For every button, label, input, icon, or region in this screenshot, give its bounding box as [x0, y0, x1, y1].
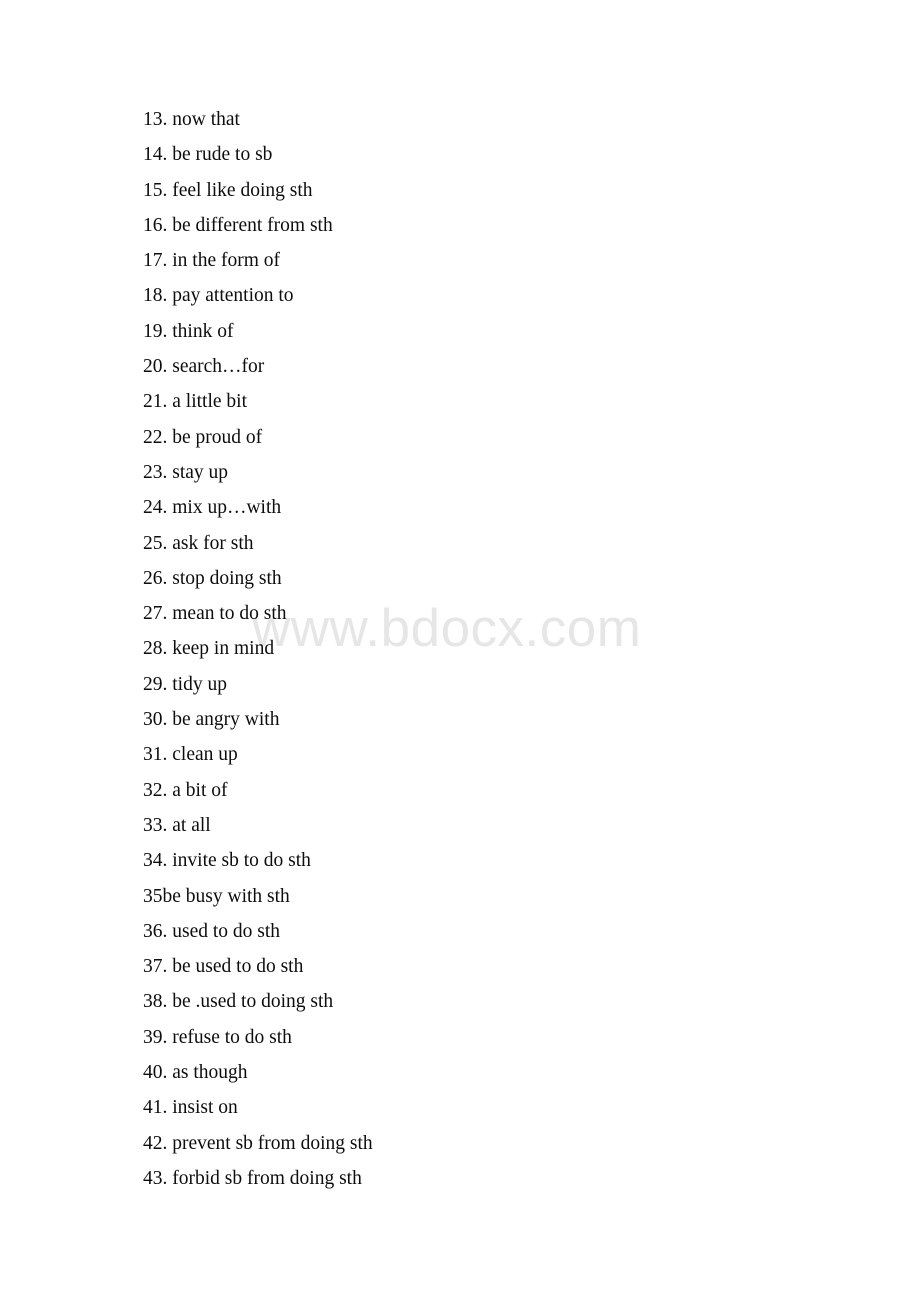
list-item: 23. stay up	[143, 461, 229, 483]
list-item: 39. refuse to do sth	[143, 1026, 292, 1048]
list-item: 15. feel like doing sth	[143, 179, 313, 201]
list-item: 40. as though	[143, 1062, 248, 1084]
list-item: 16. be different from sth	[143, 214, 333, 236]
list-item: 43. forbid sb from doing sth	[143, 1167, 362, 1189]
list-item: 14. be rude to sb	[143, 144, 273, 166]
list-item: 24. mix up…with	[143, 497, 282, 519]
list-item: 35be busy with sth	[143, 885, 290, 907]
list-item: 32. a bit of	[143, 779, 228, 801]
list-item: 38. be .used to doing sth	[143, 991, 334, 1013]
document-page: www.bdocx.com 13. now that 14. be rude to…	[0, 0, 920, 1302]
list-item: 13. now that	[143, 109, 240, 130]
list-item: 29. tidy up	[143, 673, 227, 695]
list-item: 26. stop doing sth	[143, 567, 282, 589]
list-item: 36. used to do sth	[143, 920, 281, 942]
list-item: 42. prevent sb from doing sth	[143, 1132, 373, 1154]
list-item: 34. invite sb to do sth	[143, 850, 311, 872]
list-item: 22. be proud of	[143, 426, 263, 448]
list-item: 37. be used to do sth	[143, 956, 304, 978]
list-item: 33. at all	[143, 814, 211, 836]
list-item: 19. think of	[143, 320, 234, 342]
list-item: 41. insist on	[143, 1097, 238, 1119]
list-item: 18. pay attention to	[143, 285, 294, 307]
list-item: 17. in the form of	[143, 250, 281, 272]
list-item: 21. a little bit	[143, 391, 247, 413]
list-item: 30. be angry with	[143, 709, 280, 731]
list-item: 28. keep in mind	[143, 638, 275, 660]
list-item: 25. ask for sth	[143, 532, 254, 554]
phrase-list: 13. now that 14. be rude to sb 15. feel li…	[143, 108, 843, 1202]
list-item: 31. clean up	[143, 744, 238, 766]
list-item: 27. mean to do sth	[143, 603, 287, 625]
list-item: 20. search…for	[143, 356, 265, 378]
